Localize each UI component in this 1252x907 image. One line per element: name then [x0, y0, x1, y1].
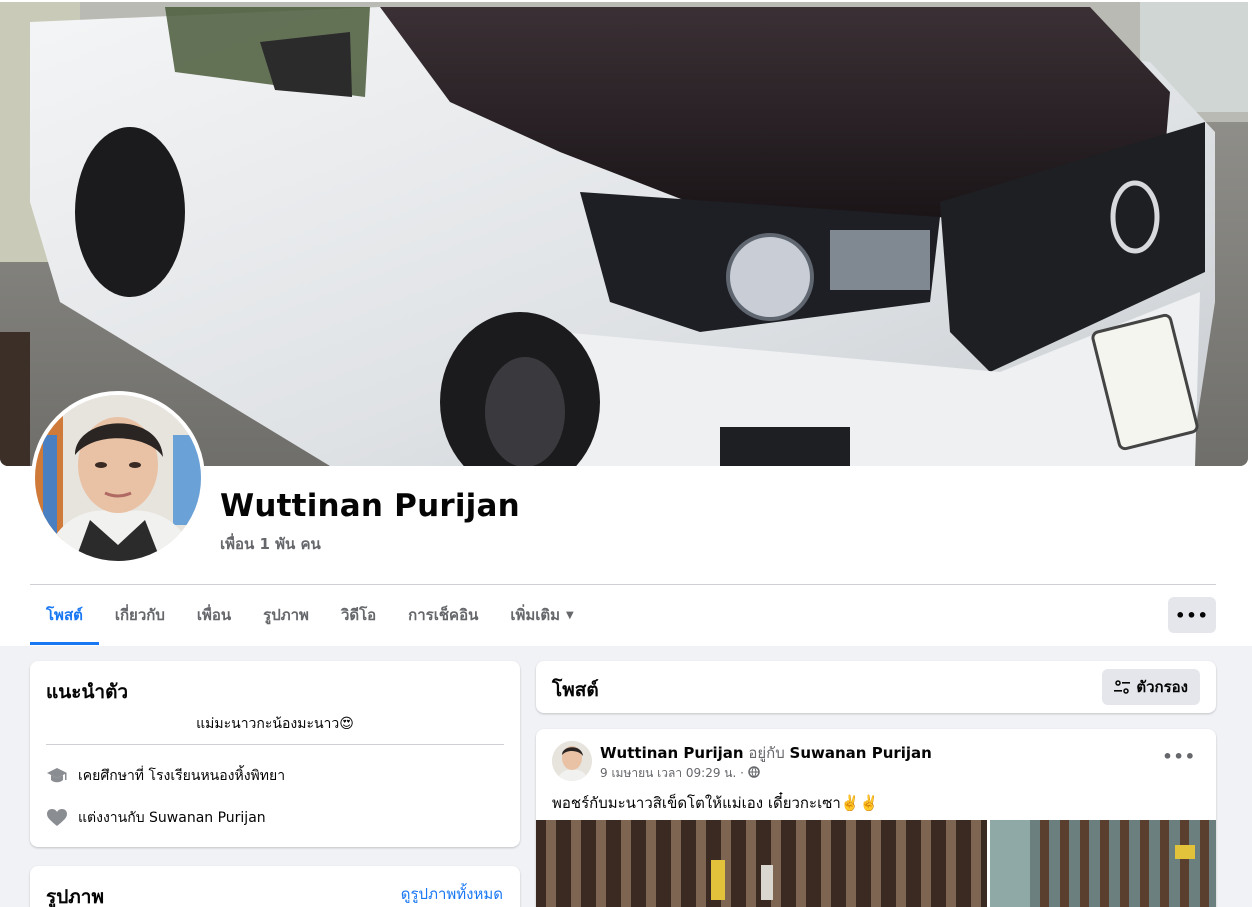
tab-about[interactable]: เกี่ยวกับ — [99, 586, 181, 644]
profile-picture[interactable] — [31, 391, 205, 565]
tab-label: วิดีโอ — [340, 606, 377, 624]
globe-icon — [748, 766, 760, 781]
header-divider — [30, 584, 1216, 585]
see-all-photos-link[interactable]: ดูรูปภาพทั้งหมด — [401, 882, 503, 906]
tab-label: เกี่ยวกับ — [114, 606, 165, 624]
post-with-text: อยู่กับ — [748, 744, 785, 762]
post-photo-1[interactable] — [536, 820, 987, 907]
graduation-cap-icon — [46, 765, 68, 787]
post-author-avatar[interactable] — [552, 741, 592, 781]
tab-label: รูปภาพ — [263, 606, 309, 624]
post-meta: 9 เมษายน เวลา 09:29 น. · — [600, 764, 760, 783]
avatar — [35, 395, 201, 561]
tab-label: เพิ่มเติม — [510, 606, 561, 624]
intro-divider — [46, 744, 504, 745]
post-author-name[interactable]: Wuttinan Purijan — [600, 744, 744, 762]
profile-tabs: โพสต์ เกี่ยวกับ เพื่อน รูปภาพ วิดีโอ การ… — [30, 586, 590, 646]
photos-card: รูปภาพ ดูรูปภาพทั้งหมด — [30, 866, 520, 907]
tab-photos[interactable]: รูปภาพ — [247, 586, 325, 644]
filter-button[interactable]: ตัวกรอง — [1102, 669, 1200, 705]
intro-card: แนะนำตัว แม่มะนาวกะน้องมะนาว😍 เคยศึกษาที… — [30, 661, 520, 847]
intro-title: แนะนำตัว — [46, 681, 129, 703]
tab-label: การเช็คอิน — [408, 606, 479, 624]
post-photo-2[interactable] — [990, 820, 1216, 907]
tab-label: โพสต์ — [46, 606, 83, 624]
tab-label: เพื่อน — [196, 606, 232, 624]
filter-icon — [1114, 680, 1131, 694]
post-options-button[interactable]: ••• — [1162, 747, 1196, 766]
post-card: Wuttinan Purijan อยู่กับ Suwanan Purijan… — [536, 729, 1216, 907]
profile-header: Wuttinan Purijan เพื่อน 1 พัน คน โพสต์ เ… — [0, 0, 1252, 646]
filter-label: ตัวกรอง — [1136, 678, 1188, 696]
more-options-button[interactable]: ••• — [1168, 597, 1216, 633]
post-author-line: Wuttinan Purijan อยู่กับ Suwanan Purijan — [600, 741, 932, 765]
posts-header-card: โพสต์ ตัวกรอง — [536, 661, 1216, 713]
intro-education: เคยศึกษาที่ โรงเรียนหนองหิ้งพิทยา — [46, 765, 285, 787]
tab-videos[interactable]: วิดีโอ — [325, 586, 392, 644]
posts-title: โพสต์ — [552, 679, 599, 701]
intro-relationship: แต่งงานกับ Suwanan Purijan — [46, 807, 266, 829]
intro-bio: แม่มะนาวกะน้องมะนาว😍 — [196, 716, 354, 732]
caret-down-icon: ▼ — [566, 609, 574, 621]
tab-more[interactable]: เพิ่มเติม ▼ — [494, 586, 589, 644]
cover-photo[interactable] — [0, 2, 1248, 466]
post-tagged-name[interactable]: Suwanan Purijan — [790, 744, 932, 762]
tab-friends[interactable]: เพื่อน — [181, 586, 247, 644]
tab-posts[interactable]: โพสต์ — [30, 586, 99, 645]
heart-icon — [46, 807, 68, 829]
photos-title: รูปภาพ — [46, 886, 104, 907]
friends-count[interactable]: เพื่อน 1 พัน คน — [220, 532, 321, 556]
intro-education-text: เคยศึกษาที่ โรงเรียนหนองหิ้งพิทยา — [78, 768, 286, 784]
profile-name: Wuttinan Purijan — [220, 488, 520, 524]
intro-relationship-text: แต่งงานกับ Suwanan Purijan — [78, 810, 266, 826]
post-timestamp[interactable]: 9 เมษายน เวลา 09:29 น. · — [600, 764, 744, 783]
post-text: พอชร์กับมะนาวสิเข็ดโตให้แม่เอง เดี๋ยวกะเ… — [552, 794, 879, 812]
tab-checkins[interactable]: การเช็คอิน — [392, 586, 494, 644]
